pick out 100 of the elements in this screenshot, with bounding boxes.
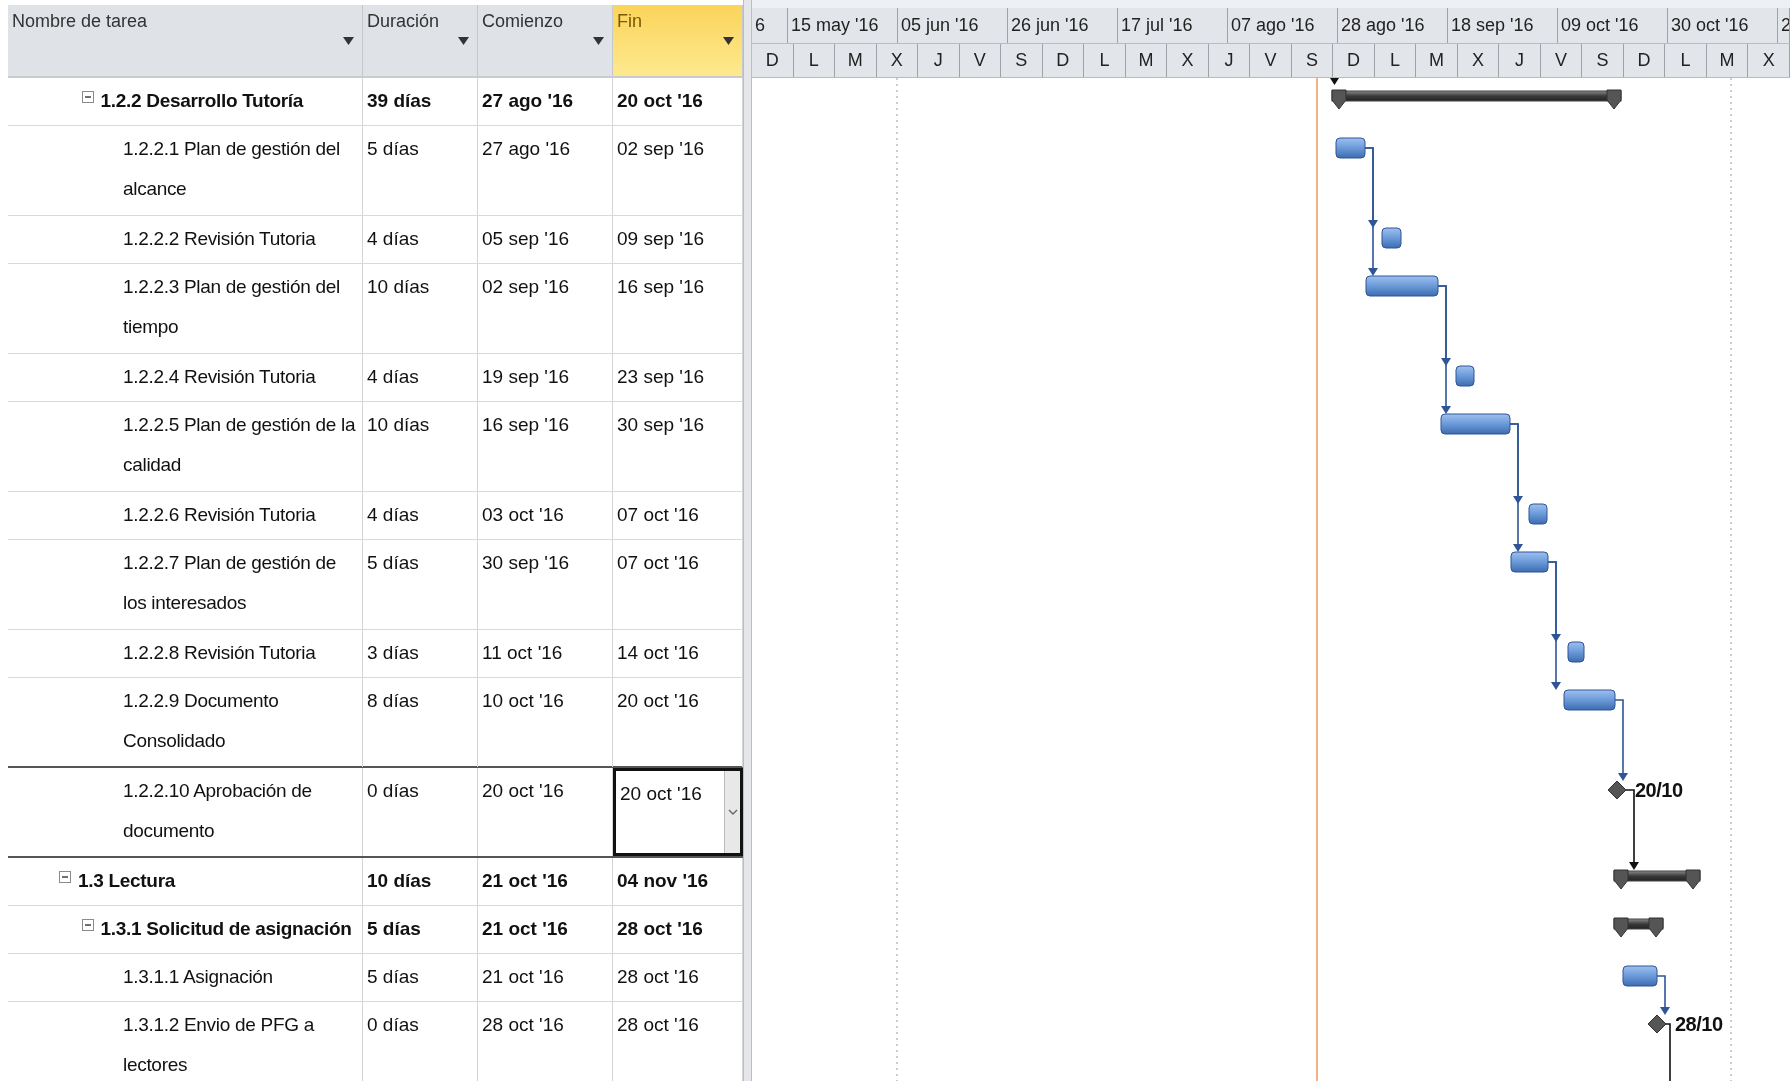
task-row[interactable]: 1.3 Lectura 10 días 21 oct '16 04 nov '16: [8, 858, 743, 906]
task-duration: 5 días: [367, 918, 421, 939]
timescale-period: 15 may '16: [788, 8, 898, 43]
task-start: 27 ago '16: [482, 138, 571, 159]
task-row[interactable]: 1.2.2.1 Plan de gestión del alcance 5 días 27 ago '16 02 sep '16: [8, 126, 743, 216]
timescale-day: S: [1001, 44, 1043, 77]
timescale-day: D: [1623, 44, 1666, 77]
task-name: 1.2.2.9 Documento Consolidado: [123, 689, 280, 753]
task-row[interactable]: 1.3.1.1 Asignación 5 días 21 oct '16 28 oct '16: [8, 954, 743, 1002]
timescale-period: 26 jun '16: [1008, 8, 1118, 43]
task-bar: [1567, 641, 1585, 663]
dropdown-arrow-icon[interactable]: [593, 37, 604, 45]
task-finish: 23 sep '16: [617, 366, 705, 387]
task-duration: 5 días: [367, 966, 419, 987]
dropdown-arrow-icon[interactable]: [343, 37, 354, 45]
timescale-day: S: [1291, 44, 1334, 77]
task-row[interactable]: 1.2.2.7 Plan de gestión de los interesados 5 días 30 sep '16 07 oct '16: [8, 540, 743, 630]
timescale-day: M: [835, 44, 877, 77]
task-name: 1.3.1 Solicitud de asignación: [100, 917, 352, 941]
task-duration: 4 días: [367, 228, 419, 249]
summary-bar: [1613, 917, 1664, 938]
timescale-day: V: [959, 44, 1002, 77]
timescale-period: 07 ago '16: [1228, 8, 1338, 43]
task-finish: 04 nov '16: [617, 870, 709, 891]
task-start: 30 sep '16: [482, 552, 570, 573]
task-row[interactable]: 1.2.2.8 Revisión Tutoria 3 días 11 oct '16 14 oct '16: [8, 630, 743, 678]
task-duration: 10 días: [367, 276, 430, 297]
task-finish: 14 oct '16: [617, 642, 699, 663]
task-duration: 8 días: [367, 690, 419, 711]
task-finish: 30 sep '16: [617, 414, 705, 435]
task-start: 28 oct '16: [482, 1014, 564, 1035]
timescale-day: D: [1333, 44, 1375, 77]
task-start: 21 oct '16: [482, 918, 568, 939]
task-name: 1.3 Lectura: [78, 869, 176, 893]
timescale-day: J: [1499, 44, 1541, 77]
task-name: 1.2.2.5 Plan de gestión de la calidad: [123, 413, 357, 477]
task-start: 02 sep '16: [482, 276, 570, 297]
timescale-day: D: [752, 44, 794, 77]
task-row[interactable]: 1.2.2 Desarrollo Tutoría 39 días 27 ago '16 20 oct '16: [8, 78, 743, 126]
timescale-period: 28 ago '16: [1338, 8, 1448, 43]
timescale-day: V: [1250, 44, 1292, 77]
task-start: 05 sep '16: [482, 228, 570, 249]
task-finish: 28 oct '16: [617, 1014, 699, 1035]
task-duration: 0 días: [367, 780, 419, 801]
task-finish: 28 oct '16: [617, 918, 703, 939]
selected-task-row[interactable]: 1.2.2.10 Aprobación de documento 0 días 20 oct '16 20 oct '16: [8, 766, 743, 858]
task-duration: 4 días: [367, 366, 419, 387]
task-start: 11 oct '16: [482, 642, 563, 663]
column-header[interactable]: Fin: [613, 5, 743, 76]
task-bar: [1622, 965, 1658, 987]
milestone-diamond: [1607, 780, 1627, 800]
task-bar: [1528, 503, 1548, 525]
task-row[interactable]: 1.2.2.4 Revisión Tutoria 4 días 19 sep '16 23 sep '16: [8, 354, 743, 402]
column-header[interactable]: Nombre de tarea: [8, 5, 363, 76]
collapse-icon[interactable]: [81, 919, 94, 931]
task-row[interactable]: 1.2.2.5 Plan de gestión de la calidad 10 días 16 sep '16 30 sep '16: [8, 402, 743, 492]
chevron-down-icon: [727, 808, 738, 816]
task-finish: 02 sep '16: [617, 138, 705, 159]
task-duration: 0 días: [367, 1014, 419, 1035]
column-header[interactable]: Comienzo: [478, 5, 613, 76]
collapse-icon[interactable]: [59, 871, 71, 883]
task-row[interactable]: 1.2.2.6 Revisión Tutoria 4 días 03 oct '16 07 oct '16: [8, 492, 743, 540]
task-row[interactable]: 1.2.2.3 Plan de gestión del tiempo 10 días 02 sep '16 16 sep '16: [8, 264, 743, 354]
link-arrow: [1656, 975, 1670, 1015]
column-header[interactable]: Duración: [363, 5, 478, 76]
task-bar: [1563, 689, 1616, 711]
milestone-date-label: 28/10: [1675, 1013, 1723, 1035]
task-duration: 5 días: [367, 552, 419, 573]
task-name: 1.2.2.7 Plan de gestión de los interesados: [123, 551, 337, 615]
timescale-period: 6: [752, 8, 788, 43]
task-bar: [1510, 551, 1549, 573]
timescale-day: X: [1748, 44, 1790, 77]
collapse-icon[interactable]: [81, 91, 94, 103]
task-start: 19 sep '16: [482, 366, 570, 387]
task-finish: 20 oct '16: [620, 783, 702, 804]
task-row[interactable]: 1.2.2.2 Revisión Tutoria 4 días 05 sep '16 09 sep '16: [8, 216, 743, 264]
link-arrow: [1330, 78, 1339, 85]
task-name: 1.3.1.2 Envio de PFG a lectores: [123, 1013, 316, 1077]
timescale-day: L: [1665, 44, 1707, 77]
task-name: 1.2.2.6 Revisión Tutoria: [123, 503, 316, 527]
task-bar: [1455, 365, 1475, 387]
task-start: 10 oct '16: [482, 690, 564, 711]
timescale-day: J: [918, 44, 960, 77]
timescale-period: 05 jun '16: [898, 8, 1008, 43]
task-start: 20 oct '16: [482, 780, 564, 801]
task-name: 1.2.2.4 Revisión Tutoria: [123, 365, 316, 389]
task-duration: 3 días: [367, 642, 419, 663]
timescale-period: 09 oct '16: [1558, 8, 1668, 43]
task-finish: 20 oct '16: [617, 90, 703, 111]
task-name: 1.2.2.3 Plan de gestión del tiempo: [123, 275, 341, 339]
task-name: 1.2.2 Desarrollo Tutoría: [100, 89, 304, 113]
task-name: 1.2.2.10 Aprobación de documento: [123, 779, 313, 843]
task-duration: 39 días: [367, 90, 432, 111]
dropdown-arrow-icon[interactable]: [723, 37, 734, 45]
timescale-period: 17 jul '16: [1118, 8, 1228, 43]
task-start: 16 sep '16: [482, 414, 570, 435]
timescale-day: D: [1042, 44, 1085, 77]
task-duration: 5 días: [367, 138, 419, 159]
task-row[interactable]: 1.3.1 Solicitud de asignación 5 días 21 oct '16 28 oct '16: [8, 906, 743, 954]
dropdown-arrow-icon[interactable]: [458, 37, 469, 45]
